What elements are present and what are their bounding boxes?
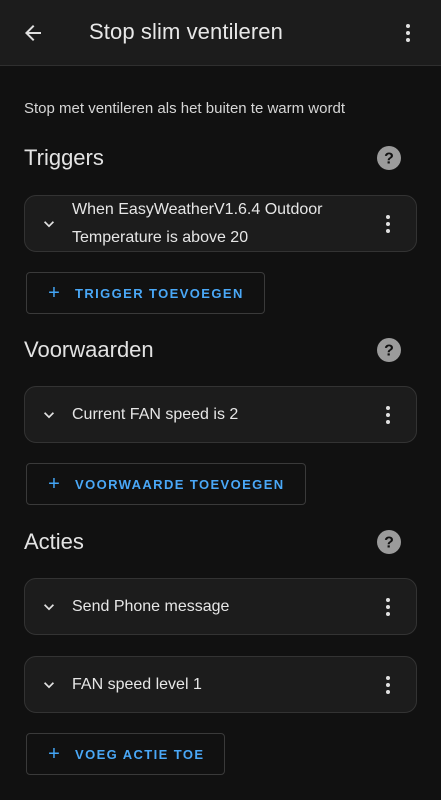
- action-card[interactable]: FAN speed level 1: [24, 656, 417, 713]
- add-trigger-button[interactable]: + TRIGGER TOEVOEGEN: [26, 272, 265, 314]
- trigger-text-line2: Temperature is above 20: [72, 229, 249, 246]
- help-icon[interactable]: ?: [377, 338, 401, 362]
- more-vertical-icon[interactable]: [376, 595, 400, 619]
- add-condition-button[interactable]: + VOORWAARDE TOEVOEGEN: [26, 463, 306, 505]
- overflow-menu-button[interactable]: [389, 14, 427, 52]
- add-trigger-label: TRIGGER TOEVOEGEN: [75, 285, 244, 301]
- more-vertical-icon: [406, 24, 410, 42]
- add-action-button[interactable]: + VOEG ACTIE TOE: [26, 733, 226, 775]
- back-button[interactable]: [14, 14, 52, 52]
- plus-icon: +: [48, 282, 60, 304]
- svg-text:?: ?: [384, 151, 394, 168]
- action-card[interactable]: Send Phone message: [24, 578, 417, 635]
- trigger-card[interactable]: When EasyWeatherV1.6.4 Outdoor Temperatu…: [24, 195, 417, 252]
- actions-title: Acties: [24, 529, 84, 554]
- chevron-down-icon[interactable]: [39, 405, 59, 425]
- condition-text: Current FAN speed is 2: [72, 406, 239, 423]
- action-text: FAN speed level 1: [72, 676, 202, 693]
- chevron-down-icon[interactable]: [39, 214, 59, 234]
- triggers-title: Triggers: [24, 145, 104, 170]
- conditions-title: Voorwaarden: [24, 337, 154, 362]
- trigger-text: When EasyWeatherV1.6.4 Outdoor Temperatu…: [72, 196, 352, 252]
- help-icon[interactable]: ?: [377, 146, 401, 170]
- more-vertical-icon[interactable]: [376, 212, 400, 236]
- automation-description: Stop met ventileren als het buiten te wa…: [24, 100, 345, 117]
- svg-text:?: ?: [384, 535, 394, 552]
- add-action-label: VOEG ACTIE TOE: [75, 746, 205, 762]
- arrow-left-icon: [25, 25, 41, 41]
- action-text: Send Phone message: [72, 598, 230, 615]
- top-app-bar: Stop slim ventileren: [0, 0, 441, 66]
- chevron-down-icon[interactable]: [39, 675, 59, 695]
- more-vertical-icon[interactable]: [376, 673, 400, 697]
- help-icon[interactable]: ?: [377, 530, 401, 554]
- add-condition-label: VOORWAARDE TOEVOEGEN: [75, 476, 285, 492]
- page-title: Stop slim ventileren: [89, 19, 283, 44]
- plus-icon: +: [48, 473, 60, 495]
- condition-card[interactable]: Current FAN speed is 2: [24, 386, 417, 443]
- app-root: Stop slim ventileren Stop met ventileren…: [0, 0, 441, 800]
- trigger-text-line1: When EasyWeatherV1.6.4 Outdoor: [72, 201, 323, 218]
- chevron-down-icon[interactable]: [39, 597, 59, 617]
- svg-text:?: ?: [384, 343, 394, 360]
- plus-icon: +: [48, 743, 60, 765]
- more-vertical-icon[interactable]: [376, 403, 400, 427]
